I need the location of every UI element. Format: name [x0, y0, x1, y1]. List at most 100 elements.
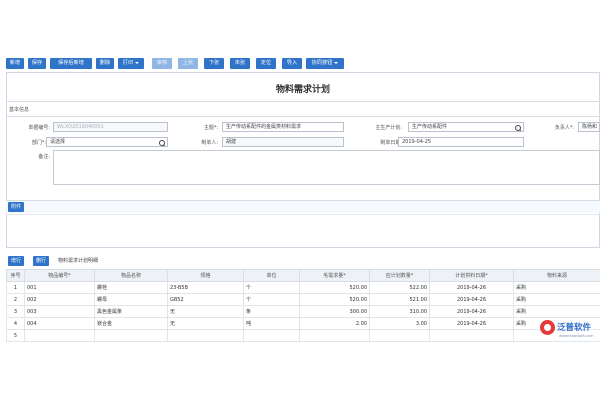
owner-field[interactable]: 陈杨和 [578, 122, 600, 132]
item-name[interactable] [94, 329, 168, 342]
supply-date[interactable]: 2019-04-26 [429, 281, 514, 294]
collab-button[interactable]: 协同按钮 [306, 58, 344, 69]
save-and-new-button[interactable]: 保存后新增 [50, 58, 92, 69]
item-unit[interactable] [243, 329, 300, 342]
plan-qty[interactable]: 310.00 [369, 305, 430, 318]
col-header[interactable]: 应计划数量* [369, 269, 430, 282]
supply-date[interactable]: 2019-04-26 [429, 305, 514, 318]
gross-qty[interactable] [299, 329, 370, 342]
table-row[interactable]: 4 004 镁合金 无 吨 2.00 3.00 2019-04-26 采购 [6, 317, 600, 330]
plan-qty[interactable]: 521.00 [369, 293, 430, 306]
add-row-button[interactable]: 增行 [8, 256, 25, 266]
item-spec[interactable]: 无 [167, 317, 244, 330]
material-source[interactable]: 采购 [513, 293, 600, 306]
item-code[interactable]: 003 [24, 305, 95, 318]
subject-label: 主题*: [203, 125, 218, 131]
date-label: 制单日期: [380, 140, 402, 146]
item-spec[interactable] [167, 329, 244, 342]
save-button[interactable]: 保存 [28, 58, 46, 69]
import-button[interactable]: 导入 [282, 58, 302, 69]
print-button[interactable]: 打印 [118, 58, 144, 69]
gross-qty[interactable]: 520.00 [299, 293, 370, 306]
item-spec[interactable]: GB52 [167, 293, 244, 306]
plan-qty[interactable]: 522.00 [369, 281, 430, 294]
locate-button[interactable]: 定位 [256, 58, 276, 69]
page-title: 物料需求计划 [275, 85, 330, 95]
material-source[interactable]: 采购 [513, 305, 600, 318]
table-row[interactable]: 1 001 螺栓 23-B5B 个 520.00 522.00 2019-04-… [6, 281, 600, 294]
attachment-bar: 附件 [6, 200, 600, 213]
item-name[interactable]: 黑色金属条 [94, 305, 168, 318]
doc-no-field[interactable]: WLXQ2019040001 [53, 122, 168, 132]
watermark-url: www.fanpusoft.com [559, 334, 594, 338]
next-button[interactable]: 下张 [204, 58, 224, 69]
last-button[interactable]: 末张 [230, 58, 250, 69]
prev-button[interactable]: 上张 [178, 58, 198, 69]
table-header-row: 序号 物品编号* 物品名称 规格 单位 毛需求量* 应计划数量* 计划供料日期*… [6, 269, 600, 282]
creator-field[interactable]: 胡建 [222, 137, 344, 147]
table-row[interactable]: 3 003 黑色金属条 无 条 300.00 310.00 2019-04-26… [6, 305, 600, 318]
supply-date[interactable]: 2019-04-26 [429, 317, 514, 330]
item-unit[interactable]: 吨 [243, 317, 300, 330]
delete-button[interactable]: 删除 [96, 58, 114, 69]
item-spec[interactable]: 23-B5B [167, 281, 244, 294]
item-unit[interactable]: 个 [243, 293, 300, 306]
item-unit[interactable]: 条 [243, 305, 300, 318]
item-code[interactable]: 001 [24, 281, 95, 294]
remark-textarea[interactable] [53, 150, 600, 185]
item-spec[interactable]: 无 [167, 305, 244, 318]
row-index: 3 [6, 305, 25, 318]
col-header[interactable]: 物品编号* [24, 269, 95, 282]
supply-date[interactable] [429, 329, 514, 342]
creator-label: 制单人: [201, 140, 218, 146]
attachment-button[interactable]: 附件 [8, 202, 25, 212]
chevron-down-icon [334, 61, 339, 64]
search-icon[interactable] [515, 124, 521, 131]
detail-toolbar: 增行 删行 物料需求计划明细 [6, 256, 600, 268]
item-unit[interactable]: 个 [243, 281, 300, 294]
dept-value: 请选择 [50, 139, 66, 145]
watermark-brand: 泛普软件 [557, 323, 592, 333]
gross-qty[interactable]: 520.00 [299, 281, 370, 294]
watermark: 泛普软件 www.fanpusoft.com [540, 320, 600, 342]
plan-field[interactable]: 生产传动系配件 [408, 122, 524, 132]
table-row[interactable]: 5 [6, 329, 600, 342]
delete-row-button[interactable]: 删行 [33, 256, 50, 266]
doc-no-label: 单据编号: [28, 125, 50, 131]
row-index: 5 [6, 329, 25, 342]
search-icon[interactable] [159, 139, 165, 146]
new-button[interactable]: 新增 [6, 58, 24, 69]
audit-button[interactable]: 审核 [152, 58, 172, 69]
item-name[interactable]: 螺母 [94, 293, 168, 306]
subject-field[interactable]: 生产传动系配件的金属类材料需求 [222, 122, 344, 132]
col-header[interactable]: 毛需求量* [299, 269, 370, 282]
item-code[interactable]: 002 [24, 293, 95, 306]
plan-qty[interactable]: 3.00 [369, 317, 430, 330]
col-header[interactable]: 序号 [6, 269, 25, 282]
collab-label: 协同按钮 [311, 60, 333, 66]
gross-qty[interactable]: 300.00 [299, 305, 370, 318]
dept-field[interactable]: 请选择 [46, 137, 168, 147]
col-header[interactable]: 规格 [167, 269, 244, 282]
col-header[interactable]: 计划供料日期* [429, 269, 514, 282]
item-name[interactable]: 螺栓 [94, 281, 168, 294]
chevron-down-icon [135, 61, 140, 64]
owner-label: 负责人*: [554, 125, 574, 131]
attachment-area [6, 214, 600, 247]
plan-value: 生产传动系配件 [412, 124, 448, 130]
material-source[interactable]: 采购 [513, 281, 600, 294]
item-code[interactable] [24, 329, 95, 342]
gross-qty[interactable]: 2.00 [299, 317, 370, 330]
col-header[interactable]: 单位 [243, 269, 300, 282]
table-row[interactable]: 2 002 螺母 GB52 个 520.00 521.00 2019-04-26… [6, 293, 600, 306]
col-header[interactable]: 物品名称 [94, 269, 168, 282]
item-code[interactable]: 004 [24, 317, 95, 330]
section-label: 基本信息 [9, 107, 30, 113]
print-label: 打印 [122, 60, 134, 66]
item-name[interactable]: 镁合金 [94, 317, 168, 330]
plan-qty[interactable] [369, 329, 430, 342]
col-header[interactable]: 物料来源 [513, 269, 600, 282]
supply-date[interactable]: 2019-04-26 [429, 293, 514, 306]
date-field[interactable]: 2019-04-25 [398, 137, 524, 147]
row-index: 2 [6, 293, 25, 306]
